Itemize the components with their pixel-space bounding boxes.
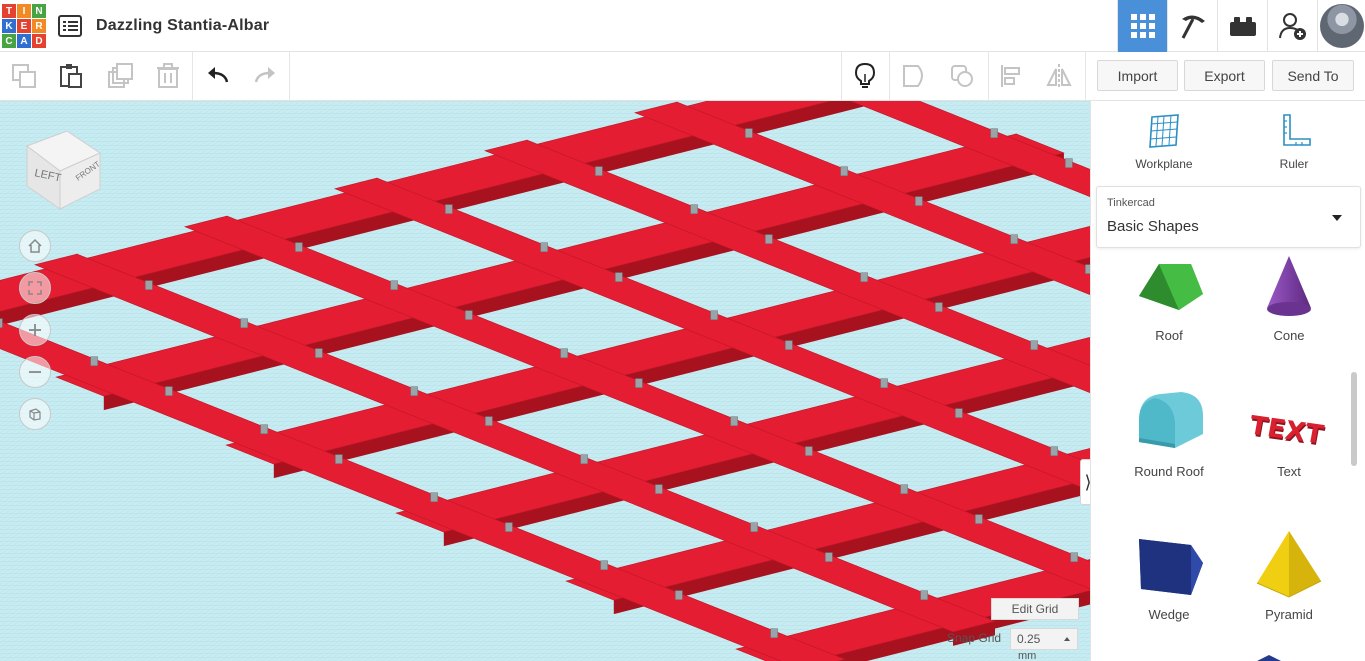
view-switcher <box>1117 0 1365 52</box>
delete-icon[interactable] <box>155 62 181 90</box>
paste-icon[interactable] <box>58 62 84 90</box>
caret-down-icon <box>1332 215 1342 221</box>
edit-toolbar: Import Export Send To <box>0 52 1365 101</box>
3d-viewport[interactable]: LEFT FRONT ⟩ Edit Grid Snap Grid 0.25 mm <box>0 101 1090 661</box>
logo-letter: E <box>17 19 31 33</box>
logo-letter: D <box>32 34 46 48</box>
shape-label: Pyramid <box>1265 607 1313 622</box>
pickaxe-icon[interactable] <box>1167 0 1217 52</box>
library-name: Basic Shapes <box>1107 218 1199 235</box>
logo-letter: R <box>32 19 46 33</box>
home-icon[interactable] <box>19 230 51 262</box>
shape-label: Wedge <box>1148 607 1190 622</box>
logo-letter: T <box>2 4 16 18</box>
shape-cone[interactable]: Cone <box>1229 256 1349 343</box>
design-list-icon[interactable] <box>58 15 82 37</box>
logo-letter: I <box>17 4 31 18</box>
import-button[interactable]: Import <box>1097 60 1178 91</box>
svg-text:TEXT: TEXT <box>1249 411 1326 451</box>
chevron-up-icon <box>1064 637 1070 641</box>
snap-grid-unit: mm <box>1018 650 1037 661</box>
ruler-label: Ruler <box>1279 157 1309 171</box>
ruler-icon <box>1283 114 1311 146</box>
shape-label: Roof <box>1155 328 1183 343</box>
shape-label: Cone <box>1273 328 1305 343</box>
duplicate-icon[interactable] <box>107 62 133 90</box>
shape-library-select[interactable]: Tinkercad Basic Shapes <box>1096 186 1361 248</box>
fit-icon[interactable] <box>19 272 51 304</box>
add-user-icon[interactable] <box>1267 0 1317 52</box>
grid-view-icon[interactable] <box>1117 0 1167 52</box>
shape-roof[interactable]: Roof <box>1109 256 1229 343</box>
round-roof-icon <box>1139 392 1203 448</box>
logo-letter: C <box>2 34 16 48</box>
roof-icon <box>1139 264 1203 310</box>
zoom-out-icon[interactable] <box>19 356 51 388</box>
logo-letter: K <box>2 19 16 33</box>
shape-icon[interactable] <box>901 62 927 90</box>
shape-label: Round Roof <box>1134 464 1204 479</box>
workplane-grid[interactable] <box>0 101 1090 661</box>
logo-letter: A <box>17 34 31 48</box>
library-provider: Tinkercad <box>1107 197 1155 209</box>
logo-letter: N <box>32 4 46 18</box>
text-shape-icon: TEXT TEXT <box>1249 411 1327 453</box>
shape-label: Text <box>1277 464 1301 479</box>
undo-icon[interactable] <box>205 62 231 90</box>
shape-pyramid[interactable]: Pyramid <box>1229 529 1349 622</box>
wedge-icon <box>1139 539 1203 595</box>
top-bar: TIN KER CAD Dazzling Stantia-Albar <box>0 0 1365 52</box>
panel-collapse-button[interactable]: ⟩ <box>1080 459 1090 505</box>
view-cube[interactable]: LEFT FRONT <box>22 130 102 216</box>
mirror-icon[interactable] <box>1046 62 1072 90</box>
redo-icon[interactable] <box>252 62 278 90</box>
snap-grid-select[interactable]: 0.25 <box>1010 628 1078 650</box>
next-shape-preview <box>1257 655 1281 661</box>
shape-text[interactable]: TEXT TEXT Text <box>1229 386 1349 479</box>
shape-round-roof[interactable]: Round Roof <box>1109 386 1229 479</box>
copy-icon[interactable] <box>11 62 37 90</box>
align-icon[interactable] <box>998 62 1024 90</box>
workplane-tool[interactable]: Workplane <box>1119 113 1209 171</box>
tinkercad-editor: TIN KER CAD Dazzling Stantia-Albar Import … <box>0 0 1365 661</box>
pyramid-icon <box>1256 531 1322 598</box>
edit-grid-button[interactable]: Edit Grid <box>991 598 1079 620</box>
zoom-in-icon[interactable] <box>19 314 51 346</box>
tinkercad-logo[interactable]: TIN KER CAD <box>2 4 46 48</box>
shape-wedge[interactable]: Wedge <box>1109 529 1229 622</box>
cone-icon <box>1267 256 1311 316</box>
workplane-icon <box>1149 114 1179 148</box>
ruler-tool[interactable]: Ruler <box>1249 113 1339 171</box>
export-button[interactable]: Export <box>1184 60 1265 91</box>
shapes-panel: Workplane Ruler Tinkercad Basic Shapes R… <box>1090 101 1365 661</box>
snap-grid-label: Snap Grid <box>947 631 1002 645</box>
design-title[interactable]: Dazzling Stantia-Albar <box>96 17 269 35</box>
snap-grid-value: 0.25 <box>1017 632 1041 646</box>
send-to-button[interactable]: Send To <box>1272 60 1354 91</box>
lightbulb-icon[interactable] <box>852 62 878 90</box>
panel-scrollbar[interactable] <box>1351 372 1357 466</box>
hole-icon[interactable] <box>949 62 975 90</box>
brick-icon[interactable] <box>1217 0 1267 52</box>
avatar[interactable] <box>1317 0 1365 52</box>
workplane-label: Workplane <box>1135 157 1193 171</box>
perspective-icon[interactable] <box>19 398 51 430</box>
